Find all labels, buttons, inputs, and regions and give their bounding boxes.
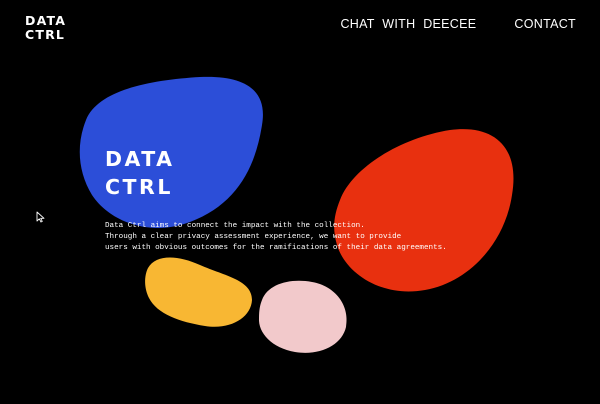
hero-description-line-1: Data Ctrl aims to connect the impact wit…: [105, 222, 365, 230]
page: DATA CTRL CHAT WITH DEECEE CONTACT DATA …: [0, 0, 600, 404]
hero-description: Data Ctrl aims to connect the impact wit…: [105, 221, 447, 254]
hero-description-line-2: Through a clear privacy assessment exper…: [105, 233, 402, 241]
hero-title: DATA CTRL: [105, 145, 175, 201]
yellow-blob: [145, 257, 252, 327]
hero-title-line-2: CTRL: [105, 175, 173, 199]
red-blob: [334, 129, 514, 292]
logo-line-2: CTRL: [25, 27, 66, 42]
mouse-pointer-icon: [36, 211, 45, 223]
hero-description-line-3: users with obvious outcomes for the rami…: [105, 244, 447, 252]
nav-chat-with-deecee[interactable]: CHAT WITH DEECEE: [340, 17, 476, 31]
top-nav: CHAT WITH DEECEE CONTACT: [340, 17, 576, 31]
logo-line-1: DATA: [25, 13, 67, 28]
hero-title-line-1: DATA: [105, 147, 175, 171]
logo[interactable]: DATA CTRL: [25, 14, 66, 42]
decorative-blobs: [79, 76, 514, 353]
pink-blob: [258, 280, 347, 353]
nav-contact[interactable]: CONTACT: [514, 17, 576, 31]
